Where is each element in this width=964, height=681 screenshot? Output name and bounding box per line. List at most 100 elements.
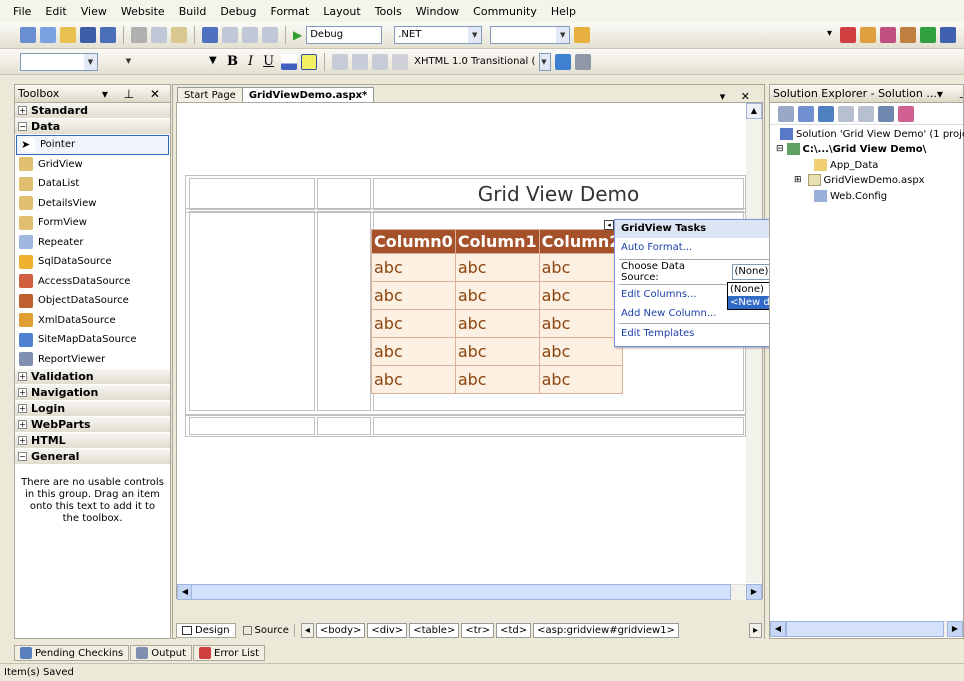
block-format-dropdown[interactable]: ▼ <box>20 52 98 71</box>
toolbox-item-pointer[interactable]: ➤ Pointer <box>16 135 169 155</box>
page-heading[interactable]: Grid View Demo <box>373 178 744 210</box>
view-designer-icon[interactable] <box>858 105 874 122</box>
asp-config-icon[interactable] <box>898 105 914 122</box>
toolbox-item-reportviewer[interactable]: ReportViewer <box>15 350 170 370</box>
background-color-icon[interactable] <box>301 53 318 70</box>
add-item-icon[interactable] <box>40 27 56 43</box>
check-accessibility-icon[interactable] <box>555 53 572 70</box>
horizontal-scrollbar[interactable]: ◀ ▶ <box>177 584 762 600</box>
platform-dropdown[interactable]: .NET ▼ <box>394 26 483 44</box>
scroll-thumb[interactable] <box>786 621 944 637</box>
toolbox-item-sitemapdatasource[interactable]: SiteMapDataSource <box>15 330 170 350</box>
menu-community[interactable]: Community <box>466 5 544 18</box>
font-size-dropdown[interactable]: ▼ <box>206 53 220 71</box>
menu-window[interactable]: Window <box>409 5 466 18</box>
menu-tools[interactable]: Tools <box>368 5 409 18</box>
menu-website[interactable]: Website <box>114 5 172 18</box>
start-debugging-icon[interactable]: ▶ <box>293 28 302 42</box>
breadcrumb-table[interactable]: <table> <box>409 622 460 638</box>
view-code-icon[interactable] <box>838 105 854 122</box>
breadcrumb-td[interactable]: <td> <box>496 622 532 638</box>
layout-cell[interactable] <box>317 417 371 435</box>
target-schema-dropdown[interactable]: ▼ <box>539 52 552 71</box>
copy-website-icon[interactable] <box>878 105 894 122</box>
smart-tag-icon[interactable]: ◂ <box>604 220 614 230</box>
breadcrumb-scroll-right-icon[interactable]: ▸ <box>748 622 762 638</box>
font-name-dropdown[interactable]: ▼ <box>122 53 202 71</box>
hyperlink-icon[interactable] <box>392 53 409 70</box>
tab-output[interactable]: Output <box>130 645 192 661</box>
menu-file[interactable]: File <box>6 5 38 18</box>
solution-horizontal-scrollbar[interactable]: ◀ ▶ <box>770 621 963 637</box>
layout-cell[interactable] <box>317 211 371 411</box>
layout-cell[interactable] <box>189 417 315 435</box>
toolbox-item-formview[interactable]: FormView <box>15 213 170 233</box>
redo-icon[interactable] <box>222 27 238 43</box>
tab-pending-checkins[interactable]: Pending Checkins <box>14 645 130 661</box>
navigate-forward-icon[interactable] <box>262 27 278 43</box>
scroll-right-icon[interactable]: ▶ <box>746 584 762 600</box>
design-view-button[interactable]: Design <box>176 622 236 638</box>
breadcrumb-div[interactable]: <div> <box>367 622 408 638</box>
toolbox-item-sqldatasource[interactable]: SqlDataSource <box>15 252 170 272</box>
foreground-color-icon[interactable] <box>281 53 298 70</box>
scroll-right-icon[interactable]: ▶ <box>947 621 963 637</box>
menu-view[interactable]: View <box>74 5 114 18</box>
breadcrumb-body[interactable]: <body> <box>315 622 366 638</box>
menu-build[interactable]: Build <box>172 5 214 18</box>
panel-controls[interactable]: ▾ ⊥ ✕ <box>937 87 963 101</box>
bold-button[interactable]: B <box>224 54 241 69</box>
toolbox-item-accessdatasource[interactable]: AccessDataSource <box>15 272 170 292</box>
category-data[interactable]: − Data <box>15 119 170 135</box>
menu-help[interactable]: Help <box>544 5 583 18</box>
find-in-files-icon[interactable] <box>574 27 591 43</box>
breadcrumb-scroll-left-icon[interactable]: ◂ <box>300 622 314 638</box>
tree-project[interactable]: ⊟ C:\...\Grid View Demo\ <box>776 143 926 155</box>
toolbox-item-detailsview[interactable]: DetailsView <box>15 194 170 214</box>
new-project-icon[interactable] <box>20 27 36 43</box>
validate-icon[interactable] <box>575 53 592 70</box>
copy-icon[interactable] <box>151 27 167 43</box>
layout-cell[interactable] <box>373 417 744 435</box>
bulleted-list-icon[interactable] <box>372 53 389 70</box>
find-dropdown[interactable]: ▼ <box>490 26 571 44</box>
other-windows-icon[interactable] <box>940 27 956 43</box>
save-all-icon[interactable] <box>100 27 116 43</box>
layout-cell[interactable] <box>189 178 315 210</box>
save-icon[interactable] <box>80 27 96 43</box>
numbered-list-icon[interactable] <box>352 53 369 70</box>
toolbox-item-gridview[interactable]: GridView <box>15 155 170 175</box>
tab-gridviewdemo[interactable]: GridViewDemo.aspx* <box>241 87 375 103</box>
breadcrumb-tr[interactable]: <tr> <box>461 622 495 638</box>
tab-start-page[interactable]: Start Page <box>177 87 243 103</box>
menu-layout[interactable]: Layout <box>316 5 367 18</box>
tree-gridviewdemo[interactable]: ⊞ GridViewDemo.aspx <box>794 174 925 186</box>
toolbox-item-xmldatasource[interactable]: XmlDataSource <box>15 311 170 331</box>
paste-icon[interactable] <box>171 27 187 43</box>
panel-controls[interactable]: ▾ ⊥ ✕ <box>102 87 170 101</box>
category-validation[interactable]: + Validation <box>15 369 170 385</box>
toolbox-item-datalist[interactable]: DataList <box>15 174 170 194</box>
category-standard[interactable]: + Standard <box>15 103 170 119</box>
menu-edit[interactable]: Edit <box>38 5 73 18</box>
menu-debug[interactable]: Debug <box>213 5 263 18</box>
layout-cell[interactable] <box>317 178 371 210</box>
toolbox-item-repeater[interactable]: Repeater <box>15 233 170 253</box>
toolbar-options[interactable]: ▾ <box>824 26 836 44</box>
layout-cell[interactable] <box>189 211 315 411</box>
nest-files-icon[interactable] <box>818 105 834 122</box>
scroll-thumb[interactable] <box>191 584 731 600</box>
scroll-left-icon[interactable]: ◀ <box>770 621 786 637</box>
properties-icon[interactable] <box>860 27 876 43</box>
undo-icon[interactable] <box>202 27 218 43</box>
gridview-control[interactable]: Column0 Column1 Column2 abc abc abc abc abc a… <box>371 229 624 394</box>
start-page-icon[interactable] <box>920 27 936 43</box>
toolbox-empty-message[interactable]: There are no usable controls in this gro… <box>15 465 170 537</box>
category-webparts[interactable]: + WebParts <box>15 417 170 433</box>
solution-config-dropdown[interactable]: Debug <box>306 26 383 44</box>
tab-error-list[interactable]: Error List <box>193 645 266 661</box>
refresh-icon[interactable] <box>798 105 814 122</box>
navigate-back-icon[interactable] <box>242 27 258 43</box>
toolbox-item-objectdatasource[interactable]: ObjectDataSource <box>15 291 170 311</box>
tree-app-data[interactable]: App_Data <box>814 159 878 171</box>
